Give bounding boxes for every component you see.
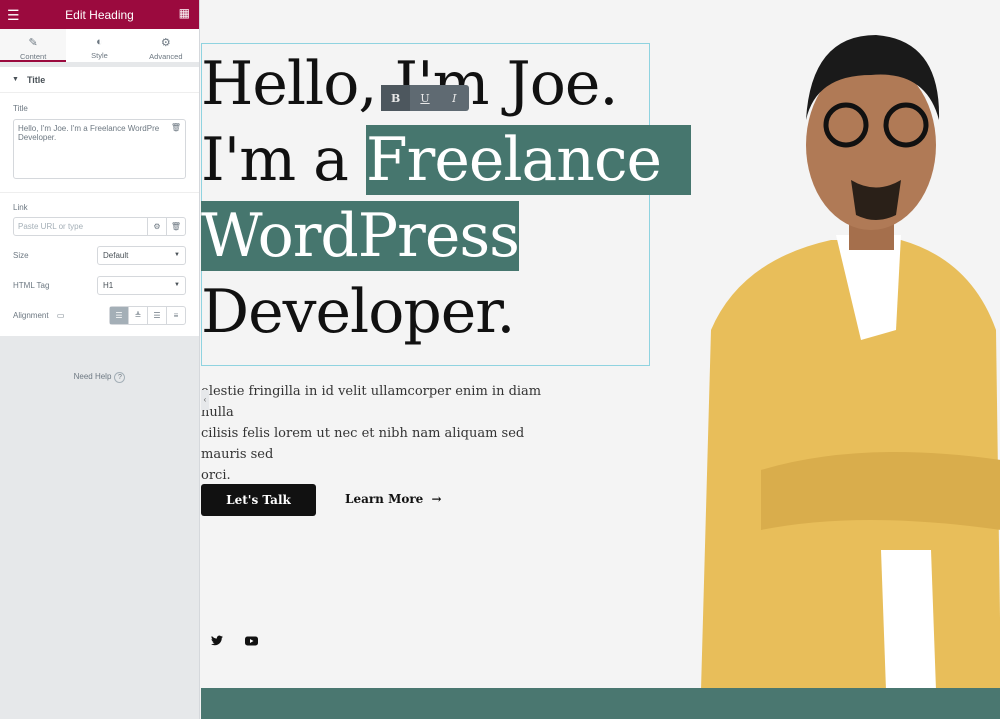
tab-content[interactable]: ✎ Content bbox=[0, 29, 67, 62]
link-placeholder: Paste URL or type bbox=[18, 222, 84, 231]
tab-label: Content bbox=[20, 52, 47, 61]
panel-header: ☰ Edit Heading ▦ bbox=[0, 0, 199, 29]
paragraph-line: olestie fringilla in id velit ullamcorpe… bbox=[201, 384, 542, 420]
title-textarea[interactable]: Hello, I'm Joe. I'm a Freelance WordPre … bbox=[13, 119, 186, 179]
size-select[interactable]: Default ▼ bbox=[97, 245, 186, 265]
alignment-control: ☰ ≜ ☰ ≡ bbox=[109, 305, 186, 325]
trash-icon[interactable]: 🗑 bbox=[171, 123, 181, 132]
pencil-icon: ✎ bbox=[28, 37, 38, 49]
arrow-right-icon: → bbox=[431, 492, 442, 506]
paragraph-line: cilisis felis lorem ut nec et nibh nam a… bbox=[201, 426, 525, 462]
collapse-panel-button[interactable]: ‹ bbox=[201, 390, 209, 410]
grid-icon[interactable]: ▦ bbox=[179, 6, 190, 20]
section-label: Title bbox=[26, 74, 46, 85]
align-left-button[interactable]: ☰ bbox=[110, 306, 128, 324]
link-label: Link bbox=[13, 203, 28, 212]
footer-band bbox=[201, 688, 1000, 719]
heading-line: Developer. bbox=[201, 277, 515, 347]
panel-title: Edit Heading bbox=[65, 7, 134, 22]
person-photo bbox=[701, 35, 1000, 690]
help-icon: ? bbox=[114, 372, 126, 383]
size-value: Default bbox=[103, 250, 129, 260]
hamburger-icon[interactable]: ☰ bbox=[7, 7, 20, 24]
html-tag-value: H1 bbox=[103, 280, 114, 290]
twitter-icon[interactable] bbox=[211, 635, 223, 649]
hero-paragraph: olestie fringilla in id velit ullamcorpe… bbox=[201, 381, 571, 486]
tab-advanced[interactable]: ⚙ Advanced bbox=[133, 29, 199, 62]
gear-icon: ⚙ bbox=[160, 37, 171, 49]
section-title-toggle[interactable]: ▼ Title bbox=[0, 67, 199, 93]
paragraph-line: orci. bbox=[201, 468, 231, 483]
heading-highlight: WordPress bbox=[201, 201, 520, 271]
half-circle-icon: ◐ bbox=[96, 36, 103, 48]
alignment-label: Alignment bbox=[13, 310, 49, 320]
tab-label: Style bbox=[91, 51, 108, 60]
italic-button[interactable]: I bbox=[440, 85, 469, 111]
need-help-link[interactable]: Need Help? bbox=[0, 372, 199, 383]
caret-down-icon: ▼ bbox=[174, 252, 180, 258]
align-right-button[interactable]: ☰ bbox=[147, 306, 166, 324]
inline-format-toolbar: BUI bbox=[381, 85, 469, 111]
align-justify-button[interactable]: ≡ bbox=[166, 306, 185, 324]
underline-button[interactable]: U bbox=[410, 85, 439, 111]
need-help-label: Need Help bbox=[73, 372, 112, 381]
caret-down-icon: ▼ bbox=[174, 282, 180, 288]
lets-talk-button[interactable]: Let's Talk bbox=[201, 484, 316, 516]
link-settings-icon[interactable]: ⚙ bbox=[147, 218, 166, 235]
html-tag-select[interactable]: H1 ▼ bbox=[97, 275, 186, 295]
tab-label: Advanced bbox=[149, 52, 183, 61]
heading-highlight: Freelance bbox=[366, 125, 692, 195]
bold-button[interactable]: B bbox=[381, 85, 411, 111]
align-center-button[interactable]: ≜ bbox=[128, 306, 147, 324]
editor-panel: ☰ Edit Heading ▦ ✎ Content ◐ Style ⚙ Advanc… bbox=[0, 0, 200, 719]
learn-more-label: Learn More bbox=[345, 492, 424, 506]
size-label: Size bbox=[13, 250, 29, 260]
youtube-icon[interactable] bbox=[245, 635, 258, 649]
caret-down-icon: ▼ bbox=[12, 76, 19, 83]
link-input[interactable]: Paste URL or type ⚙ 🗑 bbox=[13, 217, 186, 236]
trash-icon[interactable]: 🗑 bbox=[166, 218, 185, 235]
tab-style[interactable]: ◐ Style bbox=[66, 29, 132, 62]
title-label: Title bbox=[13, 104, 28, 113]
desktop-icon[interactable]: ▭ bbox=[57, 311, 65, 320]
html-tag-label: HTML Tag bbox=[13, 280, 50, 290]
learn-more-link[interactable]: Learn More → bbox=[345, 492, 442, 506]
page-preview: Hello, I'm Joe. I'm a Freelance WordPress D… bbox=[201, 0, 1000, 719]
heading-line: I'm a bbox=[201, 125, 367, 195]
